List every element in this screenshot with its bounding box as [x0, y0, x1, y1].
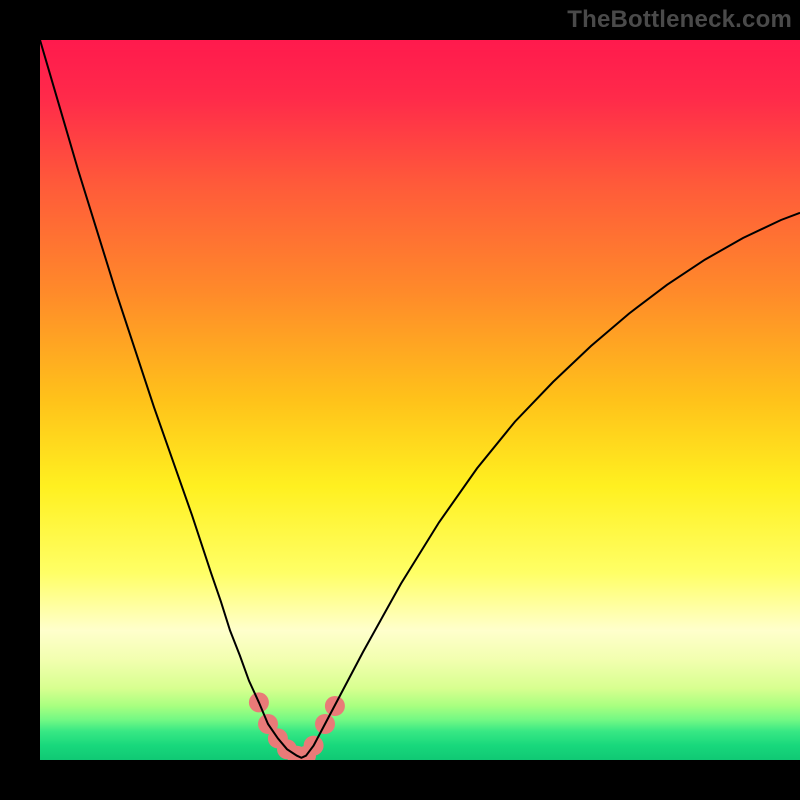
gradient-bg — [40, 40, 800, 760]
chart-svg — [40, 40, 800, 760]
plot-area — [40, 40, 800, 760]
chart-frame: TheBottleneck.com — [0, 0, 800, 800]
watermark-text: TheBottleneck.com — [567, 6, 792, 34]
